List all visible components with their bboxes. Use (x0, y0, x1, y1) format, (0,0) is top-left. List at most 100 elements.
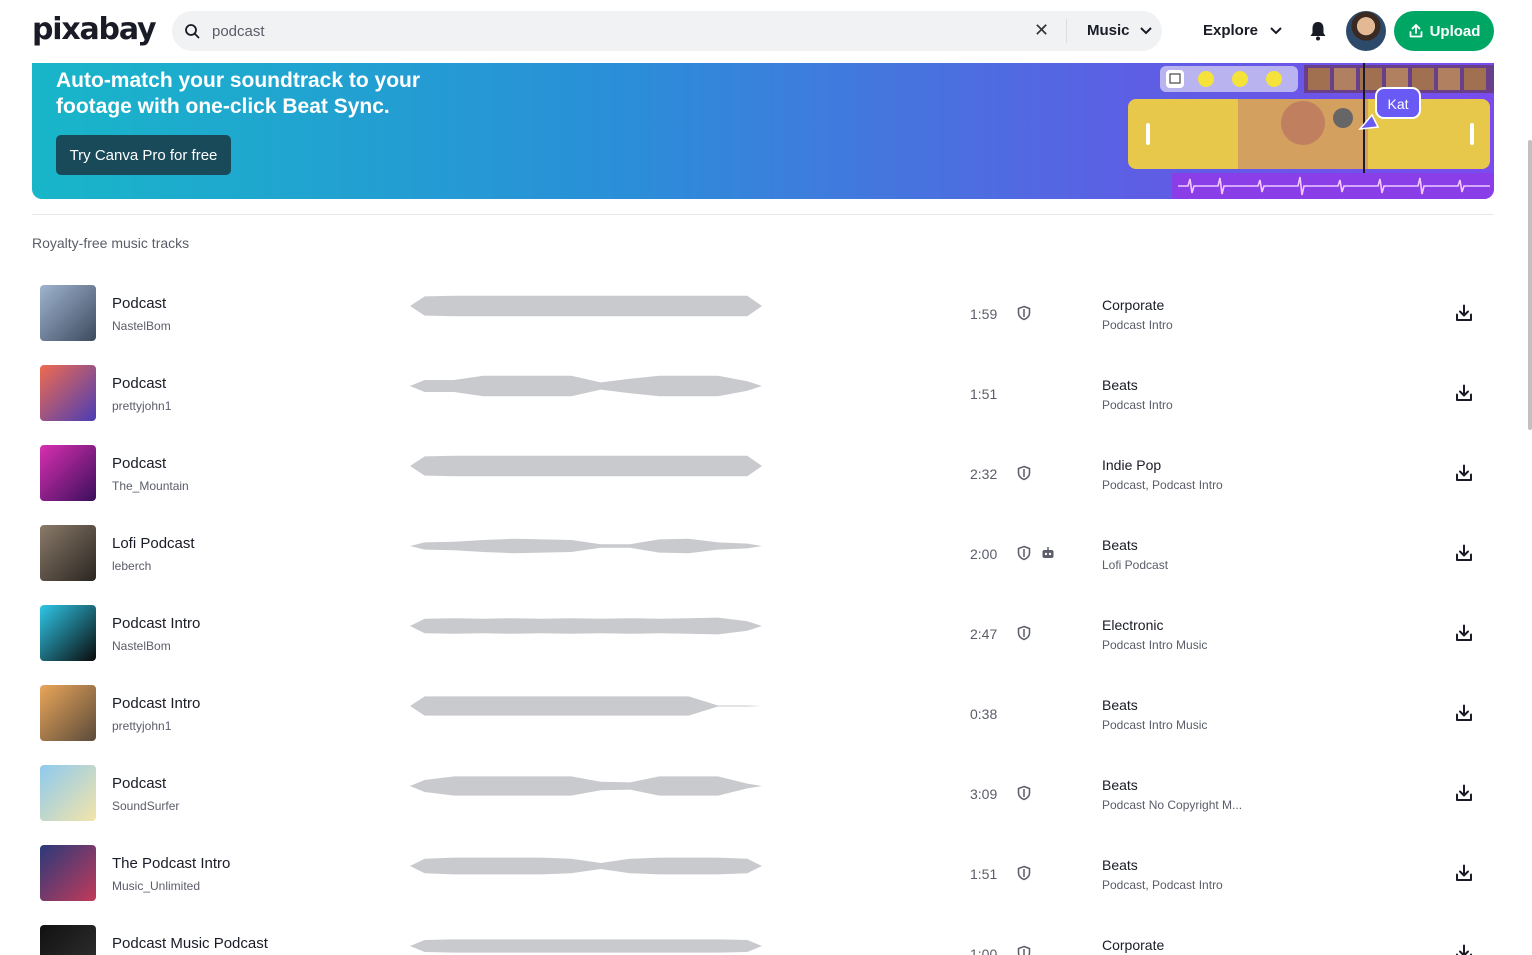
track-title[interactable]: Podcast (112, 295, 166, 312)
track-tags[interactable]: Lofi Podcast (1102, 558, 1168, 572)
ai-generated-icon[interactable] (1040, 545, 1056, 561)
track-cover[interactable] (40, 685, 96, 741)
track-duration: 1:59 (970, 306, 998, 322)
track-title[interactable]: Podcast Music Podcast (112, 935, 268, 952)
track-tags[interactable]: Podcast Intro (1102, 318, 1173, 332)
track-artist[interactable]: prettyjohn1 (112, 399, 171, 413)
track-title[interactable]: Podcast (112, 455, 166, 472)
promo-banner: Auto-match your soundtrack to your foota… (32, 63, 1494, 199)
track-genre[interactable]: Beats (1102, 857, 1138, 873)
track-cover[interactable] (40, 285, 96, 341)
search-scope-dropdown[interactable]: Music (1087, 22, 1152, 39)
download-icon[interactable] (1454, 623, 1474, 643)
track-row[interactable]: Podcast NastelBom 1:59 Corporate Podcast Int… (32, 273, 1494, 353)
track-duration: 2:47 (970, 626, 998, 642)
track-artist[interactable]: leberch (112, 559, 151, 573)
track-tags[interactable]: Podcast, Podcast Intro (1102, 878, 1223, 892)
content-id-shield-icon[interactable] (1016, 465, 1032, 481)
try-canva-pro-button[interactable]: Try Canva Pro for free (56, 135, 231, 175)
upload-button[interactable]: Upload (1394, 11, 1494, 51)
track-row[interactable]: Podcast SoundSurfer 3:09 Beats Podcast No Co… (32, 753, 1494, 833)
search-bar[interactable]: podcast ✕ Music (172, 11, 1162, 51)
track-waveform[interactable] (410, 693, 762, 719)
track-title[interactable]: Podcast Intro (112, 615, 200, 632)
track-genre[interactable]: Beats (1102, 377, 1138, 393)
track-waveform[interactable] (410, 853, 762, 879)
explore-menu[interactable]: Explore (1203, 22, 1282, 39)
track-waveform[interactable] (410, 933, 762, 955)
track-genre[interactable]: Beats (1102, 537, 1138, 553)
track-cover[interactable] (40, 605, 96, 661)
track-duration: 0:38 (970, 706, 998, 722)
search-icon (185, 24, 200, 39)
content-id-shield-icon[interactable] (1016, 305, 1032, 321)
content-id-shield-icon[interactable] (1016, 625, 1032, 641)
download-icon[interactable] (1454, 543, 1474, 563)
track-row[interactable]: Lofi Podcast leberch 2:00 Beats Lofi Podcast (32, 513, 1494, 593)
download-icon[interactable] (1454, 943, 1474, 955)
track-artist[interactable]: Music_Unlimited (112, 879, 200, 893)
track-tags[interactable]: Podcast Intro (1102, 398, 1173, 412)
track-genre[interactable]: Beats (1102, 777, 1138, 793)
track-cover[interactable] (40, 445, 96, 501)
track-genre[interactable]: Electronic (1102, 617, 1163, 633)
track-waveform[interactable] (410, 373, 762, 399)
track-waveform[interactable] (410, 533, 762, 559)
download-icon[interactable] (1454, 703, 1474, 723)
content-id-shield-icon[interactable] (1016, 945, 1032, 955)
track-title[interactable]: Podcast Intro (112, 695, 200, 712)
track-waveform[interactable] (410, 293, 762, 319)
track-waveform[interactable] (410, 453, 762, 479)
chevron-down-icon (1139, 27, 1152, 35)
track-title[interactable]: The Podcast Intro (112, 855, 230, 872)
download-icon[interactable] (1454, 783, 1474, 803)
track-row[interactable]: Podcast Music Podcast 1:00 Corporate (32, 913, 1494, 955)
download-icon[interactable] (1454, 383, 1474, 403)
track-artist[interactable]: NastelBom (112, 639, 171, 653)
track-tags[interactable]: Podcast Intro Music (1102, 638, 1207, 652)
track-row[interactable]: Podcast Intro prettyjohn1 0:38 Beats Podcast… (32, 673, 1494, 753)
download-icon[interactable] (1454, 303, 1474, 323)
track-genre[interactable]: Corporate (1102, 297, 1164, 313)
track-genre[interactable]: Beats (1102, 697, 1138, 713)
download-icon[interactable] (1454, 863, 1474, 883)
track-tags[interactable]: Podcast, Podcast Intro (1102, 478, 1223, 492)
download-icon[interactable] (1454, 463, 1474, 483)
track-genre[interactable]: Corporate (1102, 937, 1164, 953)
track-artist[interactable]: NastelBom (112, 319, 171, 333)
track-row[interactable]: Podcast Intro NastelBom 2:47 Electronic Podc… (32, 593, 1494, 673)
track-tags[interactable]: Podcast Intro Music (1102, 718, 1207, 732)
track-row[interactable]: The Podcast Intro Music_Unlimited 1:51 Beat… (32, 833, 1494, 913)
track-waveform[interactable] (410, 613, 762, 639)
track-waveform[interactable] (410, 773, 762, 799)
track-tags[interactable]: Podcast No Copyright M... (1102, 798, 1242, 812)
track-cover[interactable] (40, 925, 96, 955)
clear-search-icon[interactable]: ✕ (1034, 20, 1049, 41)
track-cover[interactable] (40, 525, 96, 581)
track-artist[interactable]: SoundSurfer (112, 799, 179, 813)
track-cover[interactable] (40, 365, 96, 421)
scrollbar[interactable] (1526, 0, 1532, 955)
pixabay-logo[interactable]: pixabay (32, 12, 157, 47)
track-cover[interactable] (40, 765, 96, 821)
track-title[interactable]: Lofi Podcast (112, 535, 195, 552)
track-row[interactable]: Podcast The_Mountain 2:32 Indie Pop Podcast,… (32, 433, 1494, 513)
track-row[interactable]: Podcast prettyjohn1 1:51 Beats Podcast Intro (32, 353, 1494, 433)
explore-label: Explore (1203, 22, 1259, 39)
content-id-shield-icon[interactable] (1016, 545, 1032, 561)
content-id-shield-icon[interactable] (1016, 785, 1032, 801)
content-id-shield-icon[interactable] (1016, 865, 1032, 881)
search-input[interactable]: podcast (212, 23, 265, 40)
track-duration: 1:51 (970, 866, 998, 882)
user-avatar[interactable] (1346, 11, 1386, 51)
scrollbar-thumb[interactable] (1528, 140, 1532, 430)
track-artist[interactable]: The_Mountain (112, 479, 189, 493)
track-artist[interactable]: prettyjohn1 (112, 719, 171, 733)
track-duration: 2:32 (970, 466, 998, 482)
track-title[interactable]: Podcast (112, 775, 166, 792)
track-cover[interactable] (40, 845, 96, 901)
track-genre[interactable]: Indie Pop (1102, 457, 1161, 473)
track-title[interactable]: Podcast (112, 375, 166, 392)
track-duration: 1:51 (970, 386, 998, 402)
notification-bell-icon[interactable] (1309, 21, 1327, 41)
